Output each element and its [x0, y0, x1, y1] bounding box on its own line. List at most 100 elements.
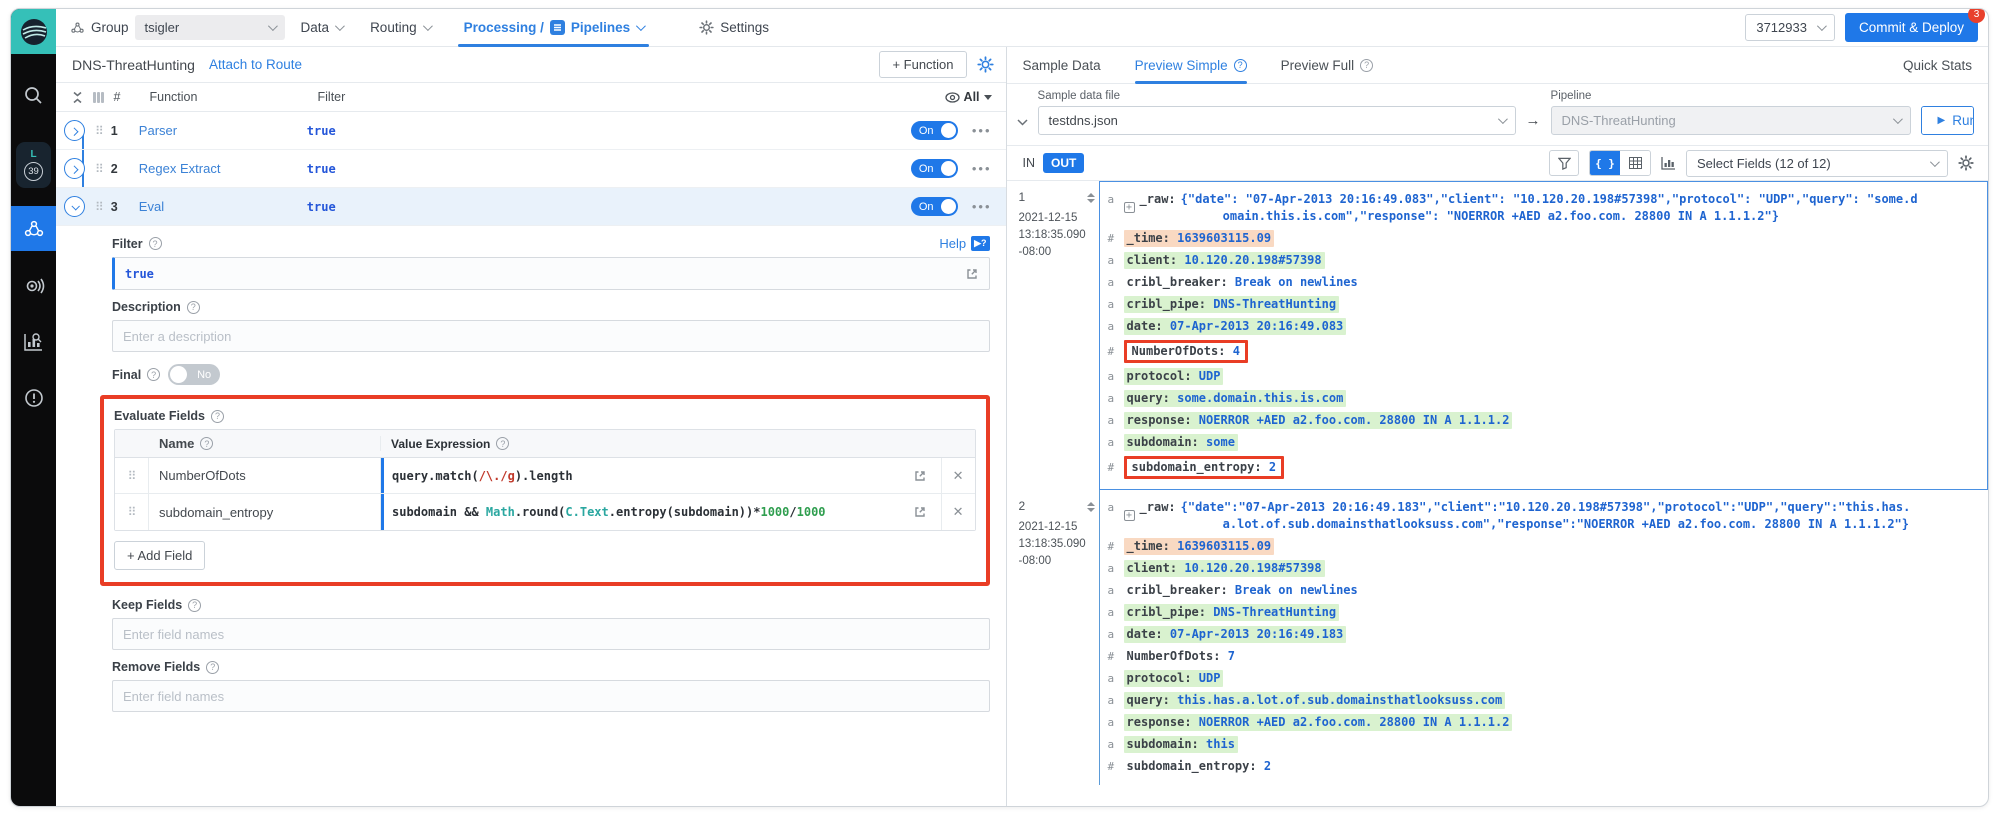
help-link[interactable]: Help ▶? [939, 236, 989, 251]
table-view-icon[interactable] [1620, 151, 1650, 175]
select-fields-dropdown[interactable]: Select Fields (12 of 12) [1686, 150, 1948, 177]
expand-function-chevron[interactable] [64, 196, 85, 217]
worker-groups-icon[interactable] [11, 206, 56, 251]
filter-expression-input[interactable]: true [112, 257, 990, 290]
remove-field-button[interactable]: ✕ [941, 458, 975, 493]
commit-deploy-button[interactable]: Commit & Deploy 3 [1845, 13, 1978, 42]
remove-field-button[interactable]: ✕ [941, 494, 975, 530]
field-highlight: client: 10.120.20.198#57398 [1124, 560, 1325, 577]
event-timezone: -08:00 [1019, 553, 1095, 570]
filter-events-icon[interactable] [1549, 150, 1579, 176]
sample-data-file-label: Sample data file [1038, 90, 1516, 102]
add-function-button[interactable]: + Function [879, 51, 966, 78]
drag-handle-icon[interactable]: ⠿ [95, 200, 103, 214]
expand-function-chevron[interactable] [64, 158, 85, 179]
monitoring-icon[interactable] [11, 321, 56, 363]
search-icon[interactable] [11, 74, 56, 116]
expand-raw-icon[interactable]: + [1124, 202, 1135, 213]
drag-handle-icon[interactable]: ⠿ [95, 124, 103, 138]
expand-editor-icon[interactable] [965, 267, 979, 281]
pipeline-settings-gear-icon[interactable] [977, 56, 994, 73]
drag-handle-icon[interactable]: ⠿ [115, 458, 149, 493]
field-type-icon: a [1108, 692, 1124, 709]
function-more-menu[interactable]: ••• [972, 161, 992, 176]
function-name-link[interactable]: Regex Extract [139, 161, 307, 176]
field-name: response: [1127, 413, 1192, 427]
tab-preview-full[interactable]: Preview Full ? [1281, 47, 1374, 84]
sort-arrows-icon[interactable] [1087, 502, 1095, 512]
chevron-down-icon [1892, 114, 1902, 124]
field-name: query: [1127, 391, 1170, 405]
function-row[interactable]: ⠿ 3 Eval true On ••• [56, 188, 1006, 226]
expand-editor-icon[interactable] [907, 469, 933, 483]
json-view-icon[interactable]: { } [1590, 151, 1620, 175]
sort-arrows-icon[interactable] [1087, 193, 1095, 203]
field-highlight: subdomain: this [1124, 736, 1238, 753]
out-toggle[interactable]: OUT [1043, 153, 1084, 173]
tab-preview-simple[interactable]: Preview Simple ? [1135, 47, 1247, 84]
function-on-toggle[interactable]: On [911, 197, 958, 216]
field-value: NOERROR +AED a2.foo.com. 28800 IN A 1.1.… [1199, 413, 1510, 427]
help-circle-icon[interactable]: ? [147, 368, 160, 381]
preview-settings-gear-icon[interactable] [1958, 155, 1974, 171]
event-gutter: 1 2021-12-15 13:18:35.090 -08:00 [1007, 181, 1099, 490]
leader-badge[interactable]: L 39 [16, 142, 51, 188]
visibility-filter[interactable]: All [945, 90, 992, 104]
description-input[interactable] [112, 320, 990, 352]
add-field-button[interactable]: + Add Field [114, 541, 205, 570]
field-name-cell[interactable]: subdomain_entropy [149, 494, 381, 530]
collapse-all-icon[interactable] [72, 91, 83, 104]
keep-fields-input[interactable] [112, 618, 990, 650]
sources-icon[interactable] [11, 265, 56, 307]
expand-function-chevron[interactable] [64, 120, 85, 141]
collapse-panel-icon[interactable] [1017, 119, 1028, 126]
help-circle-icon[interactable]: ? [206, 661, 219, 674]
remove-fields-input[interactable] [112, 680, 990, 712]
sample-data-file-select[interactable]: testdns.json [1038, 106, 1516, 135]
group-select[interactable]: tsigler [135, 15, 285, 40]
nav-settings[interactable]: Settings [699, 20, 769, 35]
field-expression-cell[interactable]: query.match(/\./g).length [381, 458, 941, 493]
in-toggle[interactable]: IN [1023, 156, 1036, 170]
tab-sample-data[interactable]: Sample Data [1023, 47, 1101, 84]
chart-view-icon[interactable] [1661, 156, 1676, 170]
nav-processing-pipelines[interactable]: Processing / Pipelines [458, 9, 650, 47]
help-circle-icon[interactable]: ? [496, 437, 509, 450]
sample-data-file-value: testdns.json [1049, 113, 1118, 128]
event-field-row: a cribl_pipe: DNS-ThreatHunting [1108, 601, 1980, 623]
expand-editor-icon[interactable] [907, 505, 933, 519]
function-more-menu[interactable]: ••• [972, 123, 992, 138]
help-circle-icon[interactable]: ? [149, 237, 162, 250]
function-name-link[interactable]: Parser [139, 123, 307, 138]
function-row[interactable]: ⠿ 2 Regex Extract true On ••• [56, 150, 1006, 188]
function-on-toggle[interactable]: On [911, 159, 958, 178]
attach-to-route-link[interactable]: Attach to Route [209, 57, 302, 72]
field-name-cell[interactable]: NumberOfDots [149, 458, 381, 493]
run-button[interactable]: ▶ Run [1922, 107, 1974, 134]
help-circle-icon[interactable]: ? [187, 301, 200, 314]
event-field-row: a client: 10.120.20.198#57398 [1108, 557, 1980, 579]
help-circle-icon[interactable]: ? [200, 437, 213, 450]
columns-icon[interactable] [93, 92, 104, 103]
drag-handle-icon[interactable]: ⠿ [95, 162, 103, 176]
field-value: Break on newlines [1235, 275, 1358, 289]
nav-data[interactable]: Data [301, 20, 343, 35]
function-name-link[interactable]: Eval [139, 199, 307, 214]
field-type-icon: # [1108, 230, 1124, 247]
help-circle-icon[interactable]: ? [211, 410, 224, 423]
function-on-toggle[interactable]: On [911, 121, 958, 140]
function-row[interactable]: ⠿ 1 Parser true On ••• [56, 112, 1006, 150]
field-expression-cell[interactable]: subdomain && Math.round(C.Text.entropy(s… [381, 494, 941, 530]
cribl-logo[interactable] [11, 9, 56, 54]
notifications-icon[interactable] [11, 377, 56, 419]
expand-raw-icon[interactable]: + [1124, 510, 1135, 521]
final-toggle[interactable]: No [168, 364, 220, 385]
function-more-menu[interactable]: ••• [972, 199, 992, 214]
tab-quick-stats[interactable]: Quick Stats [1903, 47, 1972, 84]
top-navigation: Group tsigler Data Routing Processing / … [56, 9, 1988, 47]
version-select[interactable]: 3712933 [1745, 14, 1835, 41]
drag-handle-icon[interactable]: ⠿ [115, 494, 149, 530]
field-type-icon: a [1108, 368, 1124, 385]
nav-routing[interactable]: Routing [370, 20, 430, 35]
help-circle-icon[interactable]: ? [188, 599, 201, 612]
